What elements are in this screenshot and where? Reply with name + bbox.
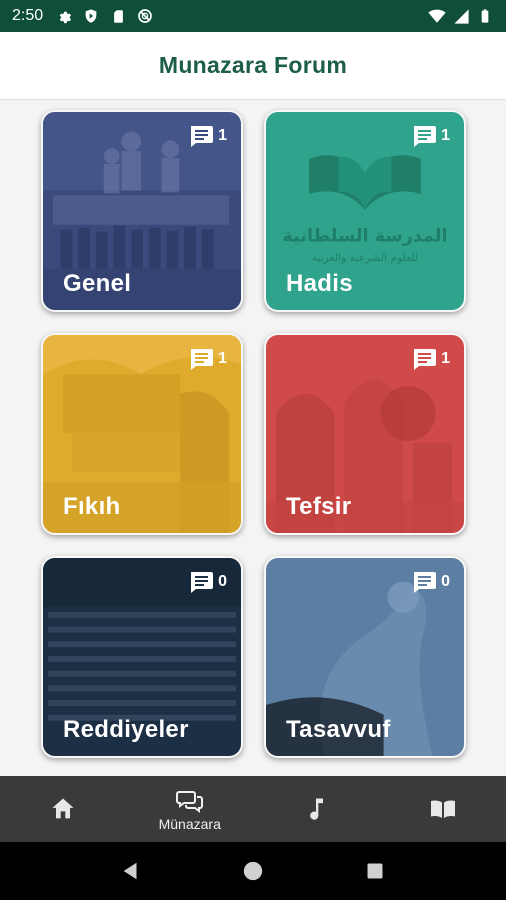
battery-icon	[476, 7, 494, 25]
category-card-tefsir[interactable]: 1 Tefsir	[264, 333, 466, 535]
book-icon	[430, 800, 455, 818]
comment-icon	[191, 126, 214, 147]
chat-bubbles-icon	[175, 790, 203, 813]
category-grid: 1 Genel المدرسة السلطانية للعلوم الشرعية…	[0, 100, 506, 776]
post-count: 0	[441, 573, 450, 590]
page-title: Munazara Forum	[158, 52, 348, 78]
post-count-badge: 0	[412, 570, 450, 594]
comment-icon	[414, 349, 437, 370]
nav-label: Münazara	[158, 815, 221, 832]
wifi-icon	[428, 7, 446, 25]
home-circle-icon	[243, 861, 263, 881]
post-count-badge: 0	[189, 570, 227, 594]
nav-item-home[interactable]	[0, 776, 127, 842]
post-count: 1	[441, 127, 450, 144]
post-count-badge: 1	[189, 124, 227, 148]
home-button[interactable]	[238, 856, 268, 886]
nav-item-library[interactable]	[380, 776, 506, 842]
category-title: Tasavvuf	[286, 716, 391, 743]
bottom-navigation: Münazara	[0, 776, 506, 842]
status-time: 2:50	[12, 7, 44, 24]
category-card-reddiyeler[interactable]: 0 Reddiyeler	[41, 556, 243, 758]
comment-icon	[191, 572, 214, 593]
category-card-hadis[interactable]: المدرسة السلطانية للعلوم الشرعية والعربي…	[264, 110, 466, 312]
back-triangle-icon	[123, 862, 137, 880]
post-count-badge: 1	[412, 124, 450, 148]
status-bar: 2:50	[0, 0, 506, 32]
dnd-icon	[136, 7, 154, 25]
comment-icon	[191, 349, 214, 370]
system-navigation-bar	[0, 842, 506, 900]
category-card-tasavvuf[interactable]: 0 Tasavvuf	[264, 556, 466, 758]
category-title: Genel	[63, 270, 132, 297]
category-title: Hadis	[286, 270, 353, 297]
post-count-badge: 1	[412, 347, 450, 371]
comment-icon	[414, 126, 437, 147]
gear-icon	[55, 7, 73, 25]
recents-square-icon	[367, 863, 383, 879]
category-title: Reddiyeler	[63, 716, 189, 743]
nav-item-music[interactable]	[253, 776, 380, 842]
shield-icon	[82, 7, 100, 25]
nav-item-munazara[interactable]: Münazara	[127, 776, 254, 842]
app-bar: Munazara Forum	[0, 32, 506, 100]
post-count: 1	[218, 350, 227, 367]
post-count: 1	[218, 127, 227, 144]
category-title: Fıkıh	[63, 493, 121, 520]
post-count-badge: 1	[189, 347, 227, 371]
recents-button[interactable]	[360, 856, 390, 886]
signal-icon	[452, 7, 470, 25]
category-title: Tefsir	[286, 493, 352, 520]
comment-icon	[414, 572, 437, 593]
home-icon	[52, 798, 74, 819]
category-card-genel[interactable]: 1 Genel	[41, 110, 243, 312]
post-count: 1	[441, 350, 450, 367]
category-card-fikih[interactable]: 1 Fıkıh	[41, 333, 243, 535]
post-count: 0	[218, 573, 227, 590]
music-note-icon	[310, 798, 324, 820]
svg-text:للعلوم الشرعية والعربية: للعلوم الشرعية والعربية	[312, 251, 419, 264]
back-button[interactable]	[116, 856, 146, 886]
svg-text:المدرسة السلطانية: المدرسة السلطانية	[282, 226, 447, 246]
sim-icon	[109, 7, 127, 25]
